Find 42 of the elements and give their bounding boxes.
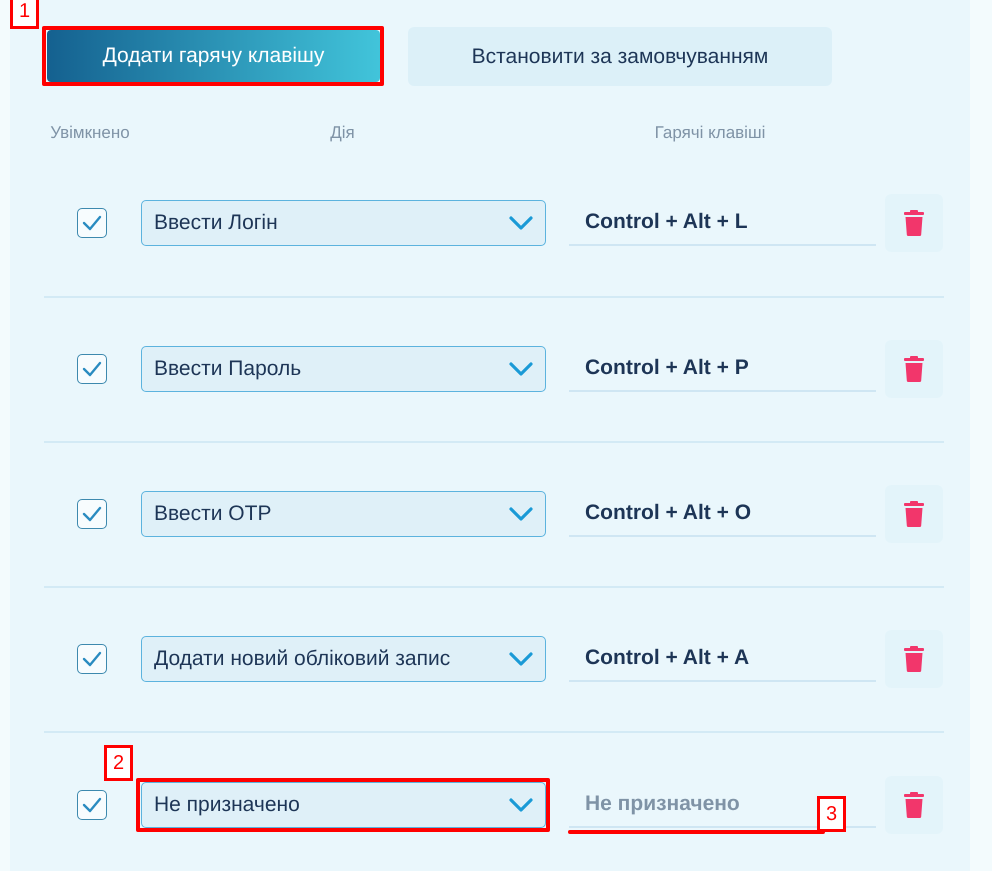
action-dropdown[interactable]: Ввести Логін	[141, 200, 546, 246]
reset-defaults-button[interactable]: Встановити за замовчуванням	[408, 27, 832, 86]
checkbox[interactable]	[77, 354, 107, 384]
checkmark-icon	[82, 361, 102, 377]
chevron-down-icon	[509, 798, 533, 812]
delete-button[interactable]	[885, 776, 943, 834]
action-dropdown[interactable]: Ввести OTP	[141, 491, 546, 537]
chevron-down-icon	[509, 362, 533, 376]
trash-icon	[904, 210, 924, 236]
chevron-down-icon	[509, 216, 533, 230]
checkmark-icon	[82, 797, 102, 813]
checkmark-icon	[82, 214, 102, 230]
callout-number: 2	[104, 745, 134, 781]
hotkey-field[interactable]: Control + Alt + O	[569, 491, 876, 537]
delete-button[interactable]	[885, 194, 943, 252]
checkmark-icon	[82, 506, 102, 522]
hotkey-field[interactable]: Control + Alt + L	[569, 200, 876, 246]
trash-icon	[904, 501, 924, 527]
checkbox[interactable]	[77, 499, 107, 529]
checkbox[interactable]	[77, 790, 107, 820]
chevron-down-icon	[509, 652, 533, 666]
checkbox[interactable]	[77, 208, 107, 238]
hotkey-field[interactable]: Control + Alt + P	[569, 346, 876, 392]
action-dropdown[interactable]: Додати новий обліковий запис	[141, 636, 546, 682]
trash-icon	[904, 356, 924, 382]
callout-number: 3	[817, 796, 846, 832]
add-hotkey-button[interactable]: Додати гарячу клавішу	[47, 30, 380, 82]
column-header: Дія	[329, 122, 356, 144]
delete-button[interactable]	[885, 340, 943, 398]
delete-button[interactable]	[885, 485, 943, 543]
checkmark-icon	[82, 651, 102, 667]
action-dropdown[interactable]: Ввести Пароль	[141, 346, 546, 392]
trash-icon	[904, 792, 924, 818]
callout-number: 1	[10, 0, 40, 29]
checkbox[interactable]	[77, 644, 107, 674]
hotkey-field[interactable]: Control + Alt + A	[569, 636, 876, 682]
action-dropdown[interactable]: Не призначено	[141, 782, 546, 828]
column-header: Гарячі клавіші	[654, 122, 766, 144]
chevron-down-icon	[509, 507, 533, 521]
trash-icon	[904, 646, 924, 672]
delete-button[interactable]	[885, 630, 943, 688]
column-header: Увімкнено	[50, 122, 130, 144]
